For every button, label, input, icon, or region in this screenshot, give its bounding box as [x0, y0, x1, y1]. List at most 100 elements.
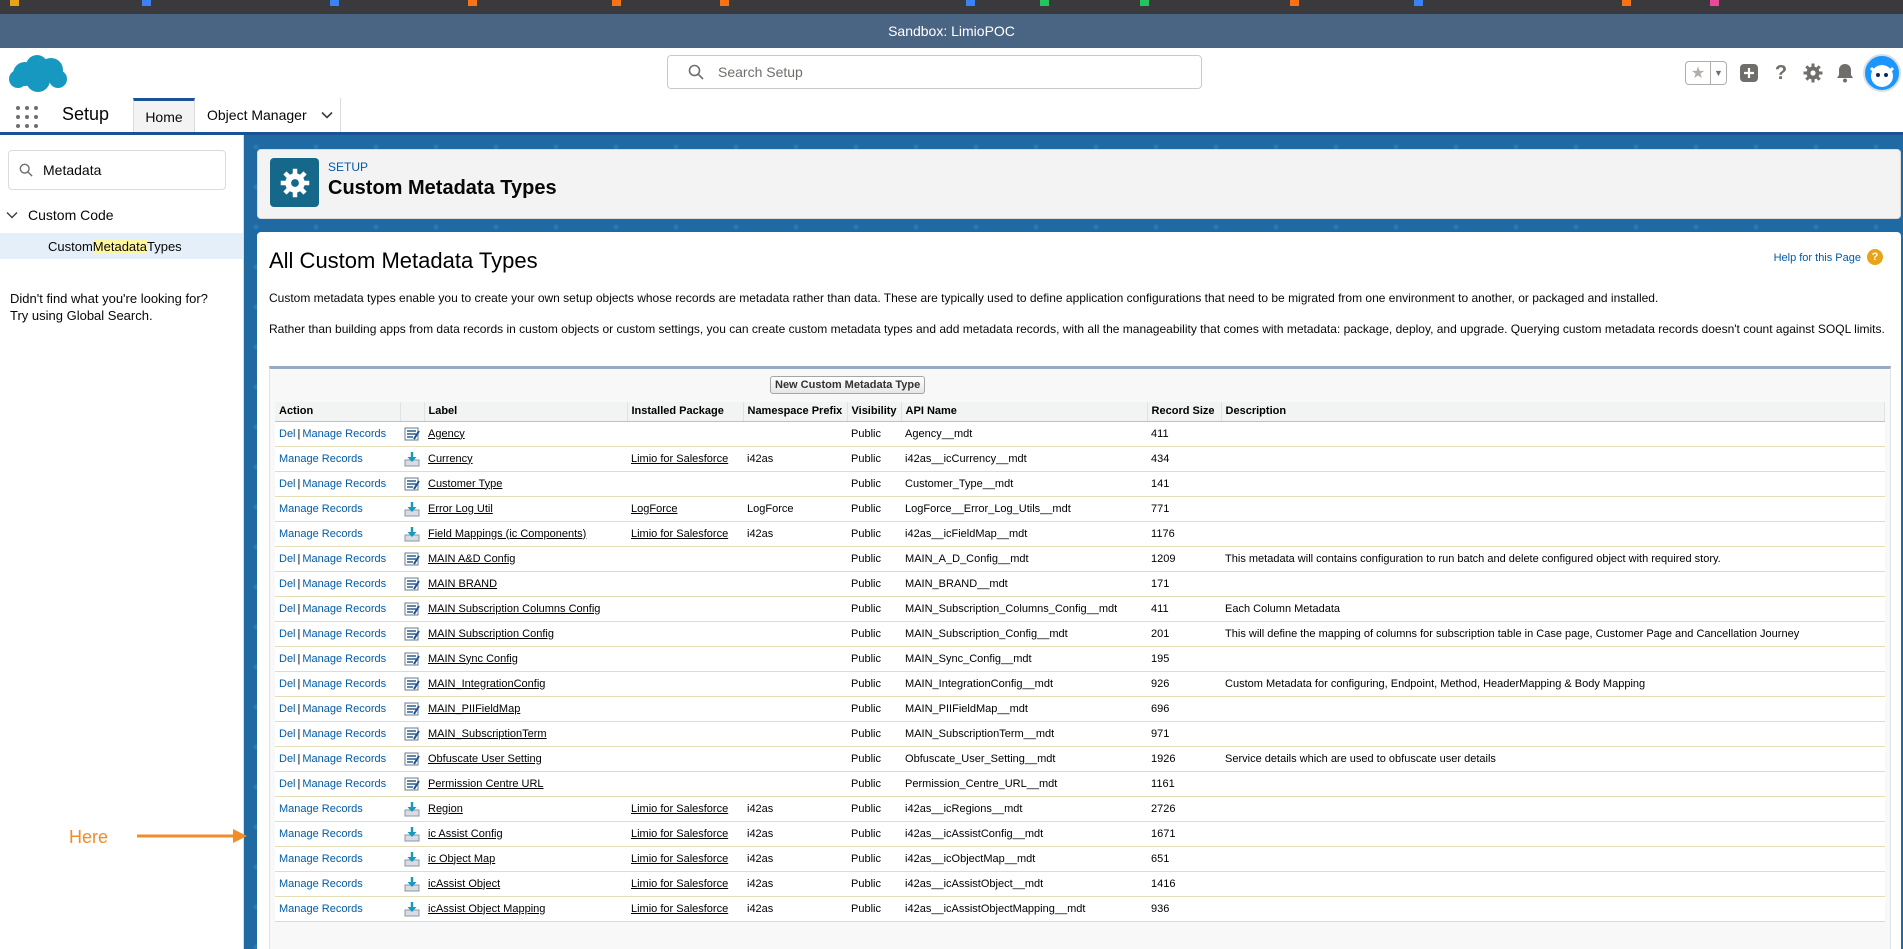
metadata-type-link[interactable]: Permission Centre URL [428, 778, 544, 790]
description-cell [1221, 821, 1885, 847]
installed-package-link[interactable]: Limio for Salesforce [631, 853, 728, 865]
installed-package-link[interactable]: Limio for Salesforce [631, 453, 728, 465]
new-custom-metadata-type-button[interactable]: New Custom Metadata Type [770, 376, 926, 394]
tab-object-manager[interactable]: Object Manager [196, 98, 341, 132]
salesforce-cloud-logo[interactable] [8, 52, 68, 94]
label-cell: MAIN A&D Config [424, 546, 627, 572]
manage-records-link[interactable]: Manage Records [302, 728, 386, 740]
label-cell: Permission Centre URL [424, 771, 627, 797]
type-icon-cell [400, 446, 424, 472]
manage-records-link[interactable]: Manage Records [302, 778, 386, 790]
help-for-this-page-link[interactable]: Help for this Page [1774, 252, 1861, 264]
description-cell [1221, 696, 1885, 722]
star-icon[interactable]: ★ [1686, 62, 1710, 84]
del-link[interactable]: Del [279, 703, 296, 715]
del-link[interactable]: Del [279, 678, 296, 690]
installed-package-link[interactable]: Limio for Salesforce [631, 528, 728, 540]
manage-records-link[interactable]: Manage Records [302, 428, 386, 440]
manage-records-link[interactable]: Manage Records [302, 628, 386, 640]
manage-records-link[interactable]: Manage Records [279, 503, 363, 515]
del-link[interactable]: Del [279, 778, 296, 790]
global-create-icon[interactable] [1737, 61, 1761, 85]
metadata-type-link[interactable]: Region [428, 803, 463, 815]
manage-records-link[interactable]: Manage Records [279, 803, 363, 815]
favorites-button[interactable]: ★ ▼ [1685, 61, 1727, 85]
installed-package-link[interactable]: Limio for Salesforce [631, 828, 728, 840]
installed-package-link[interactable]: Limio for Salesforce [631, 803, 728, 815]
description-cell [1221, 721, 1885, 747]
metadata-type-link[interactable]: icAssist Object Mapping [428, 903, 545, 915]
setup-sidebar: Custom Code Custom Metadata Types Didn't… [0, 135, 244, 949]
chevron-down-icon[interactable] [321, 109, 333, 121]
del-link[interactable]: Del [279, 478, 296, 490]
del-link[interactable]: Del [279, 628, 296, 640]
metadata-type-link[interactable]: Field Mappings (ic Components) [428, 528, 586, 540]
metadata-type-link[interactable]: Error Log Util [428, 503, 493, 515]
chevron-down-icon[interactable] [6, 209, 18, 221]
del-link[interactable]: Del [279, 553, 296, 565]
metadata-type-link[interactable]: MAIN Subscription Config [428, 628, 554, 640]
installed-package-link[interactable]: Limio for Salesforce [631, 903, 728, 915]
installed-package-cell: Limio for Salesforce [627, 446, 743, 472]
del-link[interactable]: Del [279, 728, 296, 740]
manage-records-link[interactable]: Manage Records [279, 878, 363, 890]
api-name-cell: Customer_Type__mdt [901, 471, 1148, 497]
metadata-type-link[interactable]: ic Object Map [428, 853, 495, 865]
custom-type-icon [404, 551, 420, 567]
help-question-icon[interactable]: ? [1867, 249, 1883, 265]
search-icon [688, 64, 704, 80]
metadata-type-link[interactable]: MAIN_PIIFieldMap [428, 703, 520, 715]
installed-package-link[interactable]: LogForce [631, 503, 677, 515]
del-link[interactable]: Del [279, 603, 296, 615]
record-size-cell: 411 [1147, 421, 1222, 447]
manage-records-link[interactable]: Manage Records [302, 678, 386, 690]
content-card: All Custom Metadata Types Help for this … [257, 232, 1901, 949]
tab-home[interactable]: Home [133, 98, 195, 132]
manage-records-link[interactable]: Manage Records [279, 528, 363, 540]
manage-records-link[interactable]: Manage Records [302, 553, 386, 565]
metadata-type-link[interactable]: ic Assist Config [428, 828, 503, 840]
sidebar-item-custom-metadata-types[interactable]: Custom Metadata Types [0, 233, 243, 259]
header-utility-icons: ★ ▼ ? [1663, 53, 1903, 93]
del-link[interactable]: Del [279, 653, 296, 665]
sidebar-node-custom-code[interactable]: Custom Code [6, 207, 114, 223]
del-link[interactable]: Del [279, 428, 296, 440]
metadata-type-link[interactable]: MAIN Sync Config [428, 653, 518, 665]
metadata-type-link[interactable]: MAIN_SubscriptionTerm [428, 728, 547, 740]
quick-find-input[interactable] [41, 161, 221, 179]
global-search-box[interactable] [667, 55, 1202, 89]
custom-type-icon [404, 476, 420, 492]
metadata-type-link[interactable]: Customer Type [428, 478, 502, 490]
metadata-type-link[interactable]: MAIN BRAND [428, 578, 497, 590]
app-launcher-icon[interactable] [16, 106, 38, 128]
favorites-dropdown-icon[interactable]: ▼ [1710, 62, 1726, 84]
metadata-type-link[interactable]: icAssist Object [428, 878, 500, 890]
help-icon[interactable]: ? [1769, 61, 1793, 85]
manage-records-link[interactable]: Manage Records [302, 703, 386, 715]
del-link[interactable]: Del [279, 578, 296, 590]
user-avatar[interactable] [1863, 54, 1901, 92]
manage-records-link[interactable]: Manage Records [279, 853, 363, 865]
global-search-input[interactable] [716, 63, 1176, 81]
quick-find-box[interactable] [8, 150, 226, 190]
manage-records-link[interactable]: Manage Records [279, 828, 363, 840]
metadata-type-link[interactable]: Agency [428, 428, 465, 440]
manage-records-link[interactable]: Manage Records [302, 478, 386, 490]
gear-icon[interactable] [1801, 61, 1825, 85]
record-size-cell: 771 [1147, 496, 1222, 522]
metadata-type-link[interactable]: Currency [428, 453, 473, 465]
manage-records-link[interactable]: Manage Records [302, 578, 386, 590]
metadata-type-link[interactable]: MAIN Subscription Columns Config [428, 603, 600, 615]
manage-records-link[interactable]: Manage Records [279, 453, 363, 465]
manage-records-link[interactable]: Manage Records [279, 903, 363, 915]
manage-records-link[interactable]: Manage Records [302, 653, 386, 665]
metadata-type-link[interactable]: MAIN A&D Config [428, 553, 515, 565]
installed-package-link[interactable]: Limio for Salesforce [631, 878, 728, 890]
manage-records-link[interactable]: Manage Records [302, 753, 386, 765]
del-link[interactable]: Del [279, 753, 296, 765]
table-row: Del | Manage Records Agency Public Agency__md… [275, 421, 1885, 447]
metadata-type-link[interactable]: Obfuscate User Setting [428, 753, 542, 765]
manage-records-link[interactable]: Manage Records [302, 603, 386, 615]
notification-bell-icon[interactable] [1833, 61, 1857, 85]
metadata-type-link[interactable]: MAIN_IntegrationConfig [428, 678, 545, 690]
